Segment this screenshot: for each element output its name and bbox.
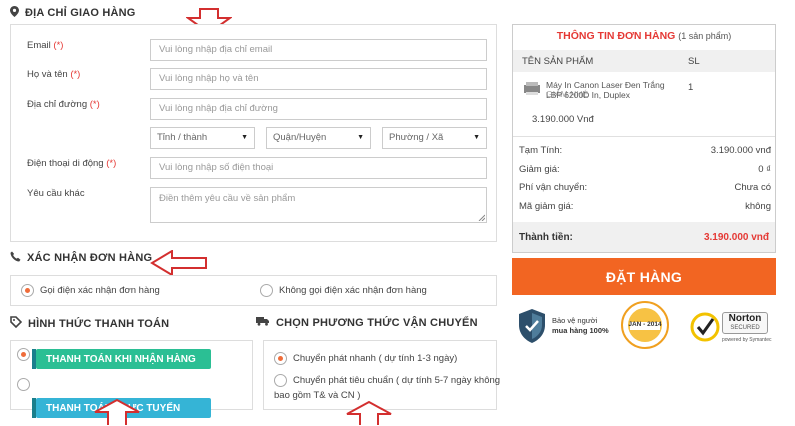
- chevron-down-icon: ▼: [241, 134, 248, 141]
- arrow-up-icon: [346, 400, 392, 425]
- other-request-label: Yêu cầu khác: [27, 188, 85, 199]
- phone-label: Điện thoại di động (*): [27, 158, 117, 169]
- product-qty: 1: [688, 82, 694, 93]
- chevron-down-icon: ▼: [357, 134, 364, 141]
- district-select[interactable]: Quận/Huyện ▼: [266, 127, 371, 149]
- delivery-section-title: CHỌN PHƯƠNG THỨC VẬN CHUYỂN: [256, 316, 478, 329]
- order-summary-header: THÔNG TIN ĐƠN HÀNG (1 sản phẩm): [513, 25, 775, 47]
- shipping-fee-row: Phí vận chuyển: Chưa có: [519, 182, 771, 193]
- delivery-title-text: CHỌN PHƯƠNG THỨC VẬN CHUYỂN: [276, 316, 478, 329]
- payment-online-option[interactable]: [17, 378, 30, 391]
- norton-secured-badge: Norton SECURED powered by Symantec: [690, 308, 771, 350]
- name-label: Họ và tên (*): [27, 69, 81, 80]
- product-price: 3.190.000 Vnđ: [532, 114, 594, 125]
- radio-icon[interactable]: [17, 378, 30, 391]
- buyer-protection-badge: Bảo vệ người mua hàng 100%: [517, 306, 617, 346]
- radio-selected-icon[interactable]: [274, 352, 287, 365]
- province-select[interactable]: Tỉnh / thành ▼: [150, 127, 255, 149]
- arrow-left-icon: [150, 250, 207, 276]
- chevron-down-icon: ▼: [473, 134, 480, 141]
- norton-check-icon: [690, 312, 720, 342]
- shield-icon: [519, 309, 545, 343]
- email-field[interactable]: Vui lòng nhập địa chỉ email: [150, 39, 487, 61]
- shipping-section-title: ĐỊA CHỈ GIAO HÀNG: [10, 6, 136, 20]
- tag-icon: [10, 316, 23, 331]
- confirm-section-title: XÁC NHẬN ĐƠN HÀNG: [10, 251, 152, 265]
- payment-cod-button[interactable]: THANH TOÁN KHI NHẬN HÀNG: [32, 349, 211, 369]
- resize-handle-icon[interactable]: [478, 214, 485, 221]
- payment-section-title: HÌNH THỨC THANH TOÁN: [10, 316, 169, 331]
- payment-title-text: HÌNH THỨC THANH TOÁN: [28, 317, 170, 330]
- confirm-nocall-option[interactable]: Không gọi điện xác nhận đơn hàng: [260, 284, 427, 297]
- discount-row: Giảm giá: 0 ₫: [519, 164, 771, 175]
- total-row: Thành tiền: 3.190.000 vnđ: [513, 222, 775, 252]
- place-order-button[interactable]: ĐẶT HÀNG: [512, 258, 776, 295]
- order-table-header: TÊN SẢN PHẨM SL: [513, 50, 775, 72]
- radio-selected-icon[interactable]: [21, 284, 34, 297]
- product-overlap-label: GIẢM NHÉ: [546, 89, 589, 99]
- order-divider: [513, 136, 775, 137]
- phone-field[interactable]: Vui lòng nhập số điện thoại: [150, 157, 487, 179]
- confirm-call-option[interactable]: Gọi điện xác nhận đơn hàng: [21, 284, 160, 297]
- truck-icon: [256, 316, 270, 329]
- pci-dss-badge: JAN - 2014: [620, 300, 670, 350]
- arrow-up-icon: [94, 398, 140, 425]
- radio-icon[interactable]: [274, 374, 287, 387]
- shipping-title-text: ĐỊA CHỈ GIAO HÀNG: [25, 7, 136, 19]
- radio-selected-icon[interactable]: [17, 348, 30, 361]
- product-thumbnail: [523, 81, 541, 97]
- address-label: Địa chỉ đường (*): [27, 99, 100, 110]
- coupon-row: Mã giảm giá: không: [519, 201, 771, 212]
- confirm-title-text: XÁC NHẬN ĐƠN HÀNG: [27, 252, 153, 264]
- map-marker-icon: [10, 6, 19, 20]
- phone-icon: [10, 251, 21, 265]
- radio-icon[interactable]: [260, 284, 273, 297]
- email-label: Email (*): [27, 40, 64, 51]
- delivery-standard-option[interactable]: Chuyển phát tiêu chuẩn ( dự tính 5-7 ngà…: [274, 374, 500, 387]
- address-field[interactable]: Vui lòng nhập địa chỉ đường: [150, 98, 487, 120]
- payment-cod-option[interactable]: [17, 348, 30, 361]
- subtotal-row: Tạm Tính: 3.190.000 vnđ: [519, 145, 771, 156]
- ward-select[interactable]: Phường / Xã ▼: [382, 127, 487, 149]
- other-request-textarea[interactable]: Điền thêm yêu cầu về sản phẩm: [150, 187, 487, 223]
- delivery-fast-option[interactable]: Chuyển phát nhanh ( dự tính 1-3 ngày): [274, 352, 457, 365]
- name-field[interactable]: Vui lòng nhập họ và tên: [150, 68, 487, 90]
